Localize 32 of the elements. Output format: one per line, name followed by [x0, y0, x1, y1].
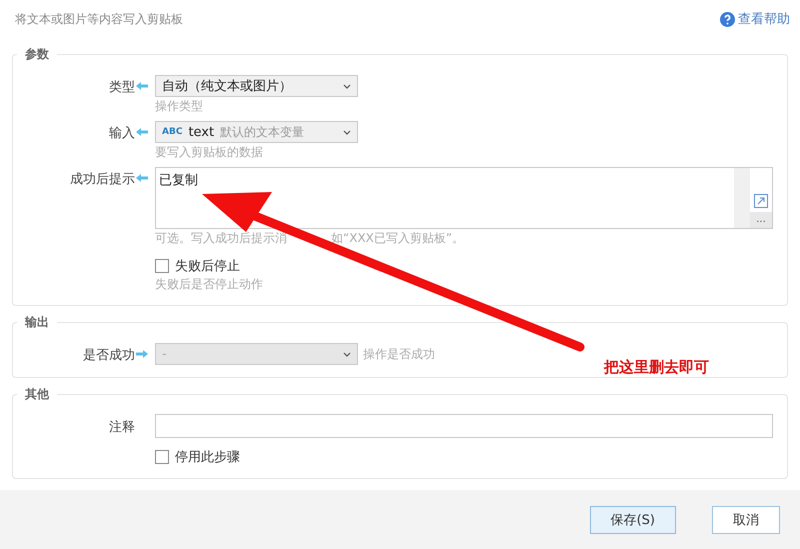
caret-icon [343, 130, 351, 134]
checkbox[interactable]: 失败后停止 [155, 257, 240, 275]
checkbox[interactable]: 停用此步骤 [155, 448, 240, 466]
hint-text: 操作类型 [155, 98, 203, 115]
input-field[interactable] [155, 414, 773, 438]
text-area[interactable]: 已复制 ... [155, 167, 773, 229]
save-button[interactable]: 保存(S) [590, 506, 676, 534]
help-icon [720, 12, 735, 26]
section-title: 参数 [24, 46, 50, 63]
dialog-title: 将文本或图片等内容写入剪贴板 [15, 10, 183, 28]
hint-text: 失败后是否停止动作 [155, 276, 263, 293]
field-label: 成功后提示 [69, 171, 135, 188]
caret-icon [343, 352, 351, 356]
section-title: 输出 [24, 314, 50, 331]
hint-text: 可选。写入成功后提示消 [155, 230, 287, 247]
section-title: 其他 [24, 386, 50, 403]
field-label: 类型 [108, 79, 135, 96]
field-label: 注释 [108, 419, 135, 436]
help-link[interactable]: 查看帮助 [720, 10, 790, 28]
dropdown[interactable]: ABC text 默认的文本变量 [155, 121, 358, 143]
hint-text: 操作是否成功 [363, 346, 435, 363]
hint-text: 要写入剪贴板的数据 [155, 144, 263, 161]
dropdown[interactable]: 自动（纯文本或图片） [155, 75, 358, 97]
field-label: 输入 [108, 125, 135, 142]
field-label: 是否成功 [82, 347, 135, 364]
cancel-button[interactable]: 取消 [712, 506, 780, 534]
caret-icon [343, 84, 351, 88]
hint-text: 如“XXX已写入剪贴板”。 [331, 230, 464, 247]
annotation-text: 把这里删去即可 [604, 358, 709, 377]
more-button[interactable]: ... [750, 212, 772, 228]
expand-icon[interactable] [754, 194, 768, 208]
scrollbar[interactable] [734, 168, 750, 228]
